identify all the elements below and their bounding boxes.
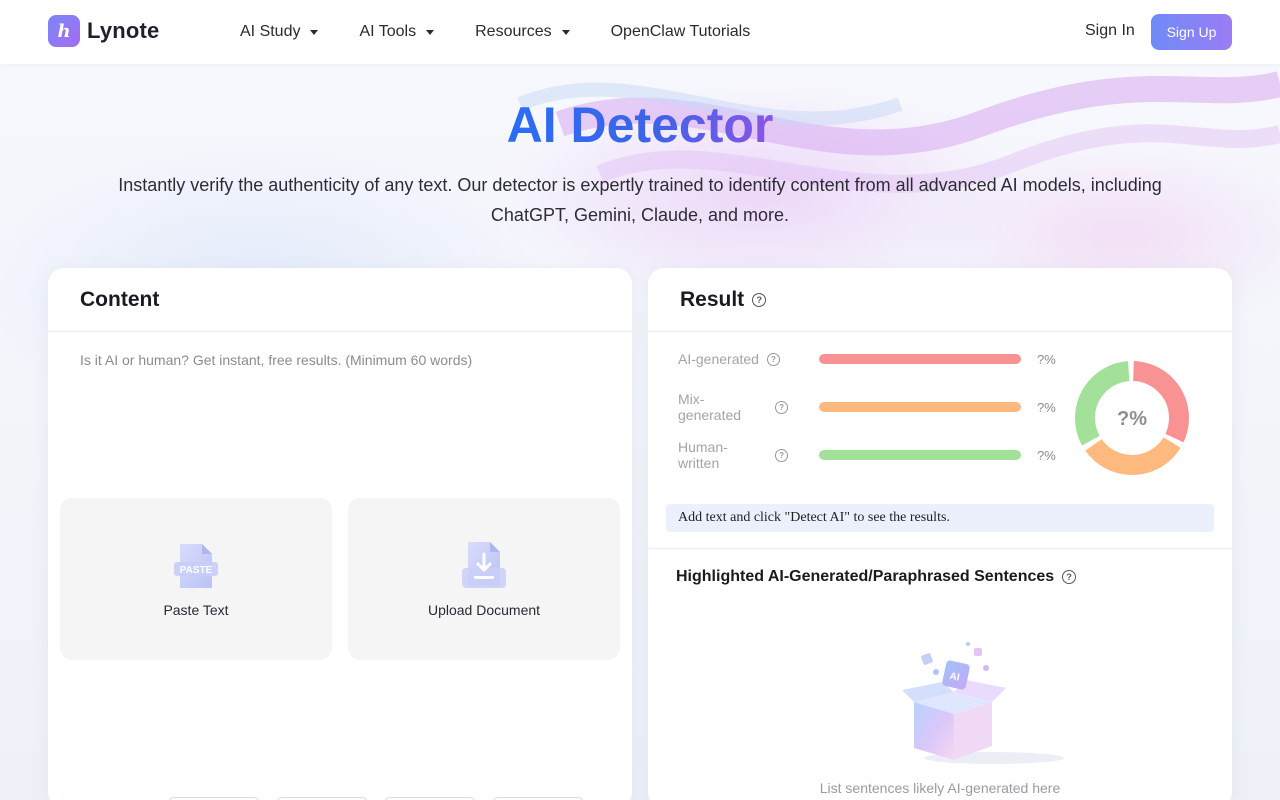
ai-generated-bar <box>819 354 1021 364</box>
upload-document-button[interactable]: Upload Document <box>348 498 620 660</box>
page-title-text: AI Detector <box>506 97 774 153</box>
empty-box-illustration: AI <box>902 642 1064 764</box>
metric-label-text: AI-generated <box>678 351 759 367</box>
paste-document-icon: PASTE <box>174 544 218 588</box>
nav-item-openclaw-tutorials[interactable]: OpenClaw Tutorials <box>611 23 751 41</box>
text-input-area[interactable]: Is it AI or human? Get instant, free res… <box>80 352 472 368</box>
result-panel-header: Result ? <box>648 268 1232 332</box>
upload-document-icon <box>462 542 506 588</box>
content-panel: Content Is it AI or human? Get instant, … <box>48 268 632 800</box>
brand-name: Lynote <box>87 18 160 43</box>
logo-mark-icon: h <box>48 15 80 47</box>
metric-label: AI-generated ? <box>678 351 788 367</box>
page-title: AI Detector <box>0 96 1280 154</box>
caret-down-icon <box>561 29 570 35</box>
donut-center-value: ?% <box>1117 408 1147 430</box>
help-icon[interactable]: ? <box>1062 570 1077 584</box>
result-panel: Result ? AI-generated ? ?% Mix-generated… <box>648 268 1232 800</box>
result-notice: Add text and click "Detect AI" to see th… <box>666 504 1214 532</box>
highlighted-sentences-title-text: Highlighted AI-Generated/Paraphrased Sen… <box>676 568 1055 585</box>
page-subtitle: Instantly verify the authenticity of any… <box>118 175 1162 225</box>
help-icon[interactable]: ? <box>775 400 788 414</box>
highlighted-sentences-title: Highlighted AI-Generated/Paraphrased Sen… <box>676 568 1077 586</box>
paste-icon-text: PASTE <box>180 565 213 576</box>
paste-text-label: Paste Text <box>163 602 229 618</box>
content-panel-title: Content <box>80 287 160 311</box>
metric-human-written: Human-written ? ?% <box>678 439 1058 471</box>
help-icon[interactable]: ? <box>775 448 788 462</box>
result-panel-title: Result <box>680 287 745 311</box>
divider <box>648 548 1232 549</box>
mix-generated-bar <box>819 402 1021 412</box>
caret-down-icon <box>310 29 319 35</box>
nav-item-label: OpenClaw Tutorials <box>610 23 751 40</box>
nav-item-ai-tools[interactable]: AI Tools <box>359 23 435 41</box>
nav-item-resources[interactable]: Resources <box>475 23 570 41</box>
help-icon[interactable]: ? <box>766 352 780 366</box>
empty-state-text: List sentences likely AI-generated here <box>819 780 1061 796</box>
metric-value: ?% <box>1037 351 1056 367</box>
metric-ai-generated: AI-generated ? ?% <box>678 349 1058 369</box>
paste-text-button[interactable]: PASTE Paste Text <box>60 498 332 660</box>
help-icon[interactable]: ? <box>752 292 767 307</box>
metric-label: Human-written ? <box>678 439 788 471</box>
upload-document-label: Upload Document <box>427 602 541 618</box>
brand-logo[interactable]: h Lynote <box>48 15 160 47</box>
metric-label: Mix-generated ? <box>678 391 788 423</box>
metric-value: ?% <box>1037 399 1056 415</box>
human-written-bar <box>819 450 1021 460</box>
sign-up-button[interactable]: Sign Up <box>1151 14 1232 50</box>
sign-in-link[interactable]: Sign In <box>1085 22 1135 40</box>
top-navbar: h Lynote AI Study AI Tools Resources Ope… <box>0 0 1280 64</box>
nav-item-label: AI Study <box>240 23 301 40</box>
main-nav: AI Study AI Tools Resources OpenClaw Tut… <box>240 0 791 64</box>
content-panel-header: Content <box>48 268 632 332</box>
nav-item-label: Resources <box>475 23 552 40</box>
nav-item-ai-study[interactable]: AI Study <box>240 23 319 41</box>
metric-mix-generated: Mix-generated ? ?% <box>678 391 1058 423</box>
result-donut-chart: ?% <box>1075 361 1189 475</box>
caret-down-icon <box>426 29 435 35</box>
metric-label-text: Human-written <box>678 439 728 471</box>
metric-value: ?% <box>1037 447 1056 463</box>
nav-item-label: AI Tools <box>359 23 417 40</box>
metric-label-text: Mix-generated <box>678 391 742 423</box>
